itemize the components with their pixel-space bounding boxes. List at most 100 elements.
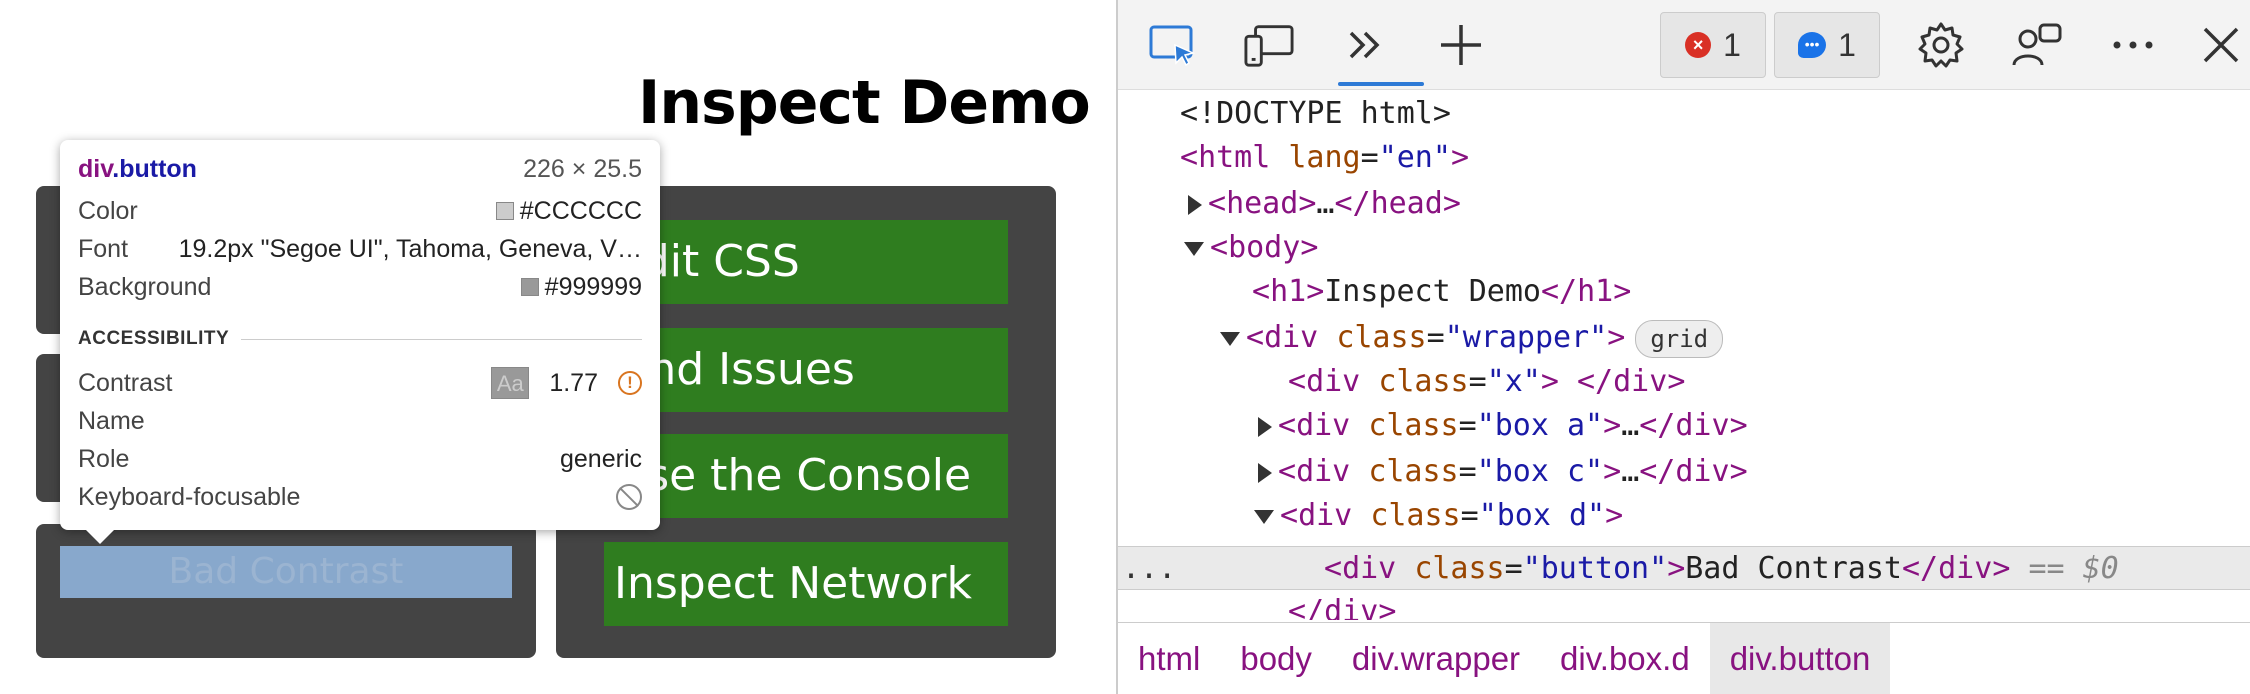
- button-class-value: "button": [1522, 551, 1668, 586]
- dom-body[interactable]: <body>: [1184, 226, 1318, 270]
- crumb-wrapper[interactable]: div.wrapper: [1332, 623, 1540, 694]
- doctype-text: <!DOCTYPE html>: [1180, 96, 1451, 131]
- x-class-value: "x": [1486, 364, 1541, 399]
- color-label: Color: [78, 197, 138, 225]
- div-tag: div: [1296, 454, 1351, 489]
- message-icon: •••: [1798, 32, 1827, 58]
- dom-div-x[interactable]: <div class="x"> </div>: [1288, 360, 1685, 404]
- tooltip-contrast-row: Contrast Aa 1.77!: [78, 367, 642, 399]
- class-attr: class: [1378, 364, 1469, 399]
- error-icon: ×: [1685, 32, 1712, 58]
- message-count: 1: [1838, 26, 1856, 63]
- edit-css-button[interactable]: Edit CSS: [604, 220, 1008, 304]
- tooltip-keyboard-row: Keyboard-focusable: [78, 482, 642, 512]
- name-label: Name: [78, 407, 145, 435]
- dom-doctype[interactable]: <!DOCTYPE html>: [1180, 92, 1451, 136]
- class-attr: class: [1370, 498, 1461, 533]
- expand-triangle-icon[interactable]: [1258, 462, 1272, 483]
- gutter-ellipsis[interactable]: ...: [1122, 547, 1176, 591]
- error-count: 1: [1723, 26, 1741, 63]
- box-c-class-value: "box c": [1476, 454, 1604, 489]
- collapse-triangle-icon[interactable]: [1220, 331, 1240, 346]
- page-title: Inspect Demo: [638, 68, 1091, 138]
- div-tag: div: [1264, 320, 1319, 355]
- collapse-triangle-icon[interactable]: [1254, 509, 1274, 524]
- background-swatch: [520, 278, 539, 296]
- div-close-tag: div: [1675, 408, 1730, 443]
- devtools-panel: × 1 ••• 1 <!DOCTYPE html> <html lang="en">…: [1116, 0, 2250, 694]
- dom-div-close[interactable]: </div>: [1288, 590, 1396, 620]
- class-attr: class: [1414, 551, 1505, 586]
- box-d: Bad Contrast: [36, 524, 536, 658]
- crumb-html[interactable]: html: [1118, 623, 1220, 694]
- class-attr: class: [1336, 320, 1427, 355]
- box-a-class-value: "box a": [1476, 408, 1604, 443]
- dom-wrapper[interactable]: <div class="wrapper"> grid: [1220, 316, 1724, 360]
- close-icon[interactable]: [2196, 20, 2246, 70]
- div-close-tag: div: [1675, 454, 1730, 489]
- accessibility-heading: ACCESSIBILITY: [78, 328, 642, 350]
- expand-triangle-icon[interactable]: [1258, 416, 1272, 437]
- inspect-network-button[interactable]: Inspect Network: [604, 542, 1008, 626]
- error-counter[interactable]: × 1: [1660, 12, 1766, 78]
- div-tag: div: [1298, 498, 1353, 533]
- tooltip-role-row: Role generic: [78, 444, 642, 474]
- selector-tag: div: [78, 155, 113, 183]
- find-issues-button[interactable]: Find Issues: [604, 328, 1008, 412]
- dom-head[interactable]: <head>…</head>: [1188, 182, 1461, 226]
- wrapper-class-value: "wrapper": [1444, 320, 1608, 355]
- h1-tag: h1: [1270, 274, 1307, 309]
- html-attr-value: "en": [1378, 140, 1451, 175]
- bad-contrast-button[interactable]: Bad Contrast: [60, 546, 512, 598]
- font-label: Font: [78, 235, 129, 263]
- contrast-value: 1.77: [549, 369, 598, 397]
- selected-marker: == $0: [2028, 551, 2119, 586]
- feedback-icon[interactable]: [2012, 20, 2062, 70]
- box-d-class-value: "box d": [1478, 498, 1606, 533]
- h1-text: Inspect Demo: [1324, 274, 1541, 309]
- background-label: Background: [78, 273, 212, 301]
- message-counter[interactable]: ••• 1: [1774, 12, 1880, 78]
- tooltip-background-row: Background #999999: [78, 272, 642, 302]
- dom-box-d[interactable]: <div class="box d">: [1254, 494, 1623, 538]
- background-value: #999999: [544, 273, 642, 301]
- color-swatch: [495, 202, 514, 220]
- html-attr: lang: [1288, 140, 1361, 175]
- page-viewport: Inspect Demo Bad Contrast Edit CSS Find …: [0, 0, 1116, 694]
- dom-h1[interactable]: <h1>Inspect Demo</h1>: [1252, 270, 1631, 314]
- plus-icon[interactable]: [1436, 20, 1486, 70]
- h1-close-tag: h1: [1577, 274, 1614, 309]
- role-value: generic: [560, 445, 642, 473]
- contrast-aa-badge: Aa: [491, 367, 530, 399]
- more-icon[interactable]: [2108, 20, 2158, 70]
- accessibility-heading-text: ACCESSIBILITY: [78, 328, 230, 349]
- dom-box-c[interactable]: <div class="box c">…</div>: [1258, 450, 1748, 494]
- dom-box-a[interactable]: <div class="box a">…</div>: [1258, 404, 1748, 448]
- dom-selected-button[interactable]: ... <div class="button">Bad Contrast</div…: [1118, 546, 2250, 590]
- tooltip-color-row: Color #CCCCCC: [78, 196, 642, 226]
- inspect-cursor-icon[interactable]: [1148, 20, 1198, 70]
- breadcrumb: html body div.wrapper div.box.d div.butt…: [1118, 622, 2250, 694]
- expand-triangle-icon[interactable]: [1188, 194, 1202, 215]
- inspect-tooltip: div.button 226 × 25.5 Color #CCCCCC Font…: [60, 140, 660, 544]
- use-console-button[interactable]: Use the Console: [604, 434, 1008, 518]
- dom-html[interactable]: <html lang="en">: [1180, 136, 1469, 180]
- gear-icon[interactable]: [1916, 20, 1966, 70]
- devtools-toolbar: × 1 ••• 1: [1118, 0, 2250, 90]
- keyboard-focusable-label: Keyboard-focusable: [78, 483, 301, 511]
- div-close-tag: div: [1938, 551, 1993, 586]
- tooltip-selector: div.button: [78, 154, 197, 184]
- grid-badge[interactable]: grid: [1635, 319, 1724, 358]
- div-tag: div: [1306, 364, 1361, 399]
- collapse-triangle-icon[interactable]: [1184, 241, 1204, 256]
- tooltip-header: div.button 226 × 25.5: [78, 154, 642, 184]
- active-tab-indicator: [1338, 82, 1424, 86]
- divider: [241, 338, 642, 340]
- font-value: 19.2px "Segoe UI", Tahoma, Geneva, V…: [178, 235, 642, 263]
- chevron-double-right-icon[interactable]: [1340, 20, 1390, 70]
- device-emulation-icon[interactable]: [1244, 20, 1294, 70]
- crumb-button[interactable]: div.button: [1709, 622, 1891, 694]
- crumb-body[interactable]: body: [1220, 623, 1332, 694]
- crumb-box-d[interactable]: div.box.d: [1540, 623, 1710, 694]
- color-value: #CCCCCC: [519, 197, 642, 225]
